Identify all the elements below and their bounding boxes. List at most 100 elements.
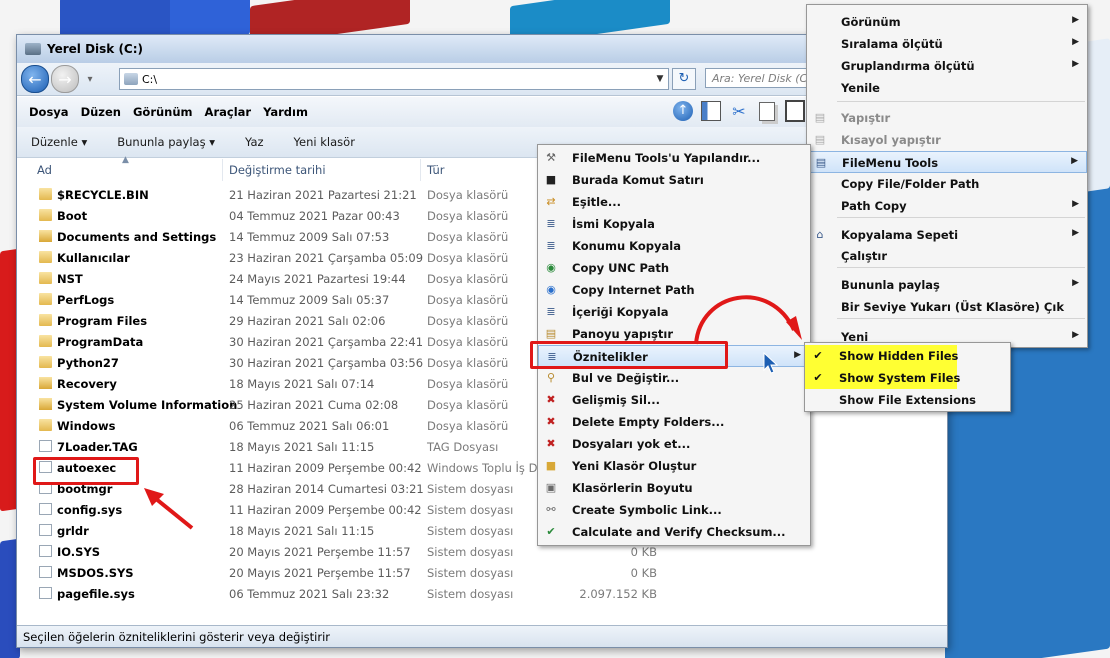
menu-separator [837, 217, 1085, 218]
filemenu-item[interactable]: ≣ Konumu Kopyala [538, 235, 810, 257]
context-item-label: Gruplandırma ölçütü [841, 59, 975, 73]
file-icon [39, 566, 52, 578]
filemenu-item[interactable]: ≣ İsmi Kopyala [538, 213, 810, 235]
file-type: Dosya klasörü [427, 314, 509, 328]
file-size: 0 KB [630, 545, 657, 559]
context-item[interactable]: Bununla paylaş ▶ [807, 274, 1087, 296]
file-type: Sistem dosyası [427, 482, 514, 496]
filemenu-item[interactable]: ⚯ Create Symbolic Link... [538, 499, 810, 521]
file-name: Documents and Settings [57, 230, 217, 244]
file-icon [39, 524, 52, 536]
file-date: 21 Haziran 2021 Pazartesi 21:21 [229, 188, 417, 202]
filemenu-item[interactable]: ◉ Copy UNC Path [538, 257, 810, 279]
new-folder-button[interactable]: Yeni klasör [294, 135, 355, 149]
file-type: Dosya klasörü [427, 293, 509, 307]
filemenu-item[interactable]: ⇄ Eşitle... [538, 191, 810, 213]
menu-duzen[interactable]: Düzen [81, 105, 121, 119]
folder-icon [39, 419, 52, 431]
attribute-item[interactable]: Show File Extensions [805, 389, 1010, 411]
context-item[interactable]: ⌂ Kopyalama Sepeti ▶ [807, 224, 1087, 246]
file-row[interactable]: MSDOS.SYS 20 Mayıs 2021 Perşembe 11:57 Sis… [17, 563, 947, 584]
context-item[interactable]: Yenile [807, 77, 1087, 99]
context-item[interactable]: Çalıştır [807, 245, 1087, 267]
basket-icon: ⌂ [816, 228, 824, 241]
file-type: Dosya klasörü [427, 209, 509, 223]
submenu-arrow-icon: ▶ [1072, 278, 1079, 288]
filemenu-item-label: Eşitle... [572, 195, 621, 209]
filemenu-item-icon: ≣ [546, 305, 556, 318]
menu-dosya[interactable]: Dosya [29, 105, 69, 119]
locked-folder-icon [39, 377, 52, 389]
filemenu-item-icon: ✖ [546, 437, 556, 450]
file-date: 30 Haziran 2021 Çarşamba 22:41 [229, 335, 424, 349]
context-item[interactable]: Bir Seviye Yukarı (Üst Klasöre) Çık [807, 296, 1087, 318]
filemenu-item[interactable]: ✔ Calculate and Verify Checksum... [538, 521, 810, 543]
arrow-right-icon: → [58, 69, 72, 89]
file-size: 0 KB [630, 566, 657, 580]
filemenu-item[interactable]: ■ Yeni Klasör Oluştur [538, 455, 810, 477]
refresh-button[interactable]: ↻ [672, 68, 696, 90]
context-item[interactable]: ▤ Yapıştır [807, 107, 1087, 129]
filemenu-item-label: Create Symbolic Link... [572, 503, 722, 517]
attribute-item[interactable]: ✔ Show Hidden Files [805, 345, 1010, 367]
filemenu-item[interactable]: ▣ Klasörlerin Boyutu [538, 477, 810, 499]
context-item[interactable]: Görünüm ▶ [807, 11, 1087, 33]
file-name: System Volume Information [57, 398, 238, 412]
address-bar[interactable]: C:\ ▼ [119, 68, 669, 90]
filemenu-item-icon: ⚲ [546, 371, 556, 384]
back-button[interactable]: ← [21, 65, 49, 93]
filemenu-item[interactable]: ✖ Gelişmiş Sil... [538, 389, 810, 411]
checkmark-icon: ✔ [813, 371, 823, 384]
cut-button[interactable]: ✂ [727, 99, 751, 123]
filemenu-item-icon: ⇄ [546, 195, 556, 208]
file-icon [39, 545, 52, 557]
file-date: 24 Mayıs 2021 Pazartesi 19:44 [229, 272, 406, 286]
filemenu-item[interactable]: ✖ Dosyaları yok et... [538, 433, 810, 455]
up-button[interactable]: ↑ [671, 99, 695, 123]
filemenu-item[interactable]: ■ Burada Komut Satırı [538, 169, 810, 191]
folder-icon [39, 314, 52, 326]
paste-button[interactable] [783, 99, 807, 123]
file-icon [39, 440, 52, 452]
recent-pages-button[interactable]: ▾ [81, 70, 99, 88]
filemenu-item-icon: ◉ [546, 261, 556, 274]
panes-button[interactable] [699, 99, 723, 123]
file-name: NST [57, 272, 83, 286]
address-path: C:\ [142, 72, 158, 86]
share-button[interactable]: Bununla paylaş ▾ [117, 135, 215, 149]
organize-button[interactable]: Düzenle ▾ [31, 135, 87, 149]
filemenu-item[interactable]: ⚒ FileMenu Tools'u Yapılandır... [538, 147, 810, 169]
menu-gorunum[interactable]: Görünüm [133, 105, 193, 119]
context-item[interactable]: Gruplandırma ölçütü ▶ [807, 55, 1087, 77]
chevron-down-icon[interactable]: ▼ [652, 74, 668, 84]
context-item[interactable]: ▤ FileMenu Tools ▶ [807, 151, 1087, 173]
file-name: Kullanıcılar [57, 251, 130, 265]
context-item[interactable]: Path Copy ▶ [807, 195, 1087, 217]
filemenu-item-icon: ✖ [546, 393, 556, 406]
context-item[interactable]: Sıralama ölçütü ▶ [807, 33, 1087, 55]
filemenu-item[interactable]: ✖ Delete Empty Folders... [538, 411, 810, 433]
column-name[interactable]: Ad [37, 163, 52, 177]
context-item[interactable]: Copy File/Folder Path [807, 173, 1087, 195]
menu-separator [837, 267, 1085, 268]
menu-yardim[interactable]: Yardım [263, 105, 308, 119]
arrow-left-icon: ← [28, 69, 42, 89]
file-icon [39, 503, 52, 515]
file-name: PerfLogs [57, 293, 115, 307]
column-type[interactable]: Tür [427, 163, 444, 177]
file-row[interactable]: pagefile.sys 06 Temmuz 2021 Salı 23:32 Sis… [17, 584, 947, 605]
context-item-label: Kopyalama Sepeti [841, 228, 959, 242]
filemenu-item-label: Yeni Klasör Oluştur [572, 459, 697, 473]
attribute-item[interactable]: ✔ Show System Files [805, 367, 1010, 389]
burn-button[interactable]: Yaz [245, 135, 264, 149]
context-item-label: Görünüm [841, 15, 901, 29]
context-item-label: Kısayol yapıştır [841, 133, 941, 147]
context-item[interactable]: ▤ Kısayol yapıştır [807, 129, 1087, 151]
filemenu-item-label: Copy Internet Path [572, 283, 695, 297]
attribute-item-label: Show System Files [839, 371, 961, 385]
column-date[interactable]: Değiştirme tarihi [229, 163, 326, 177]
menu-araclar[interactable]: Araçlar [205, 105, 252, 119]
forward-button[interactable]: → [51, 65, 79, 93]
window-title: Yerel Disk (C:) [47, 42, 144, 56]
copy-button[interactable] [755, 99, 779, 123]
